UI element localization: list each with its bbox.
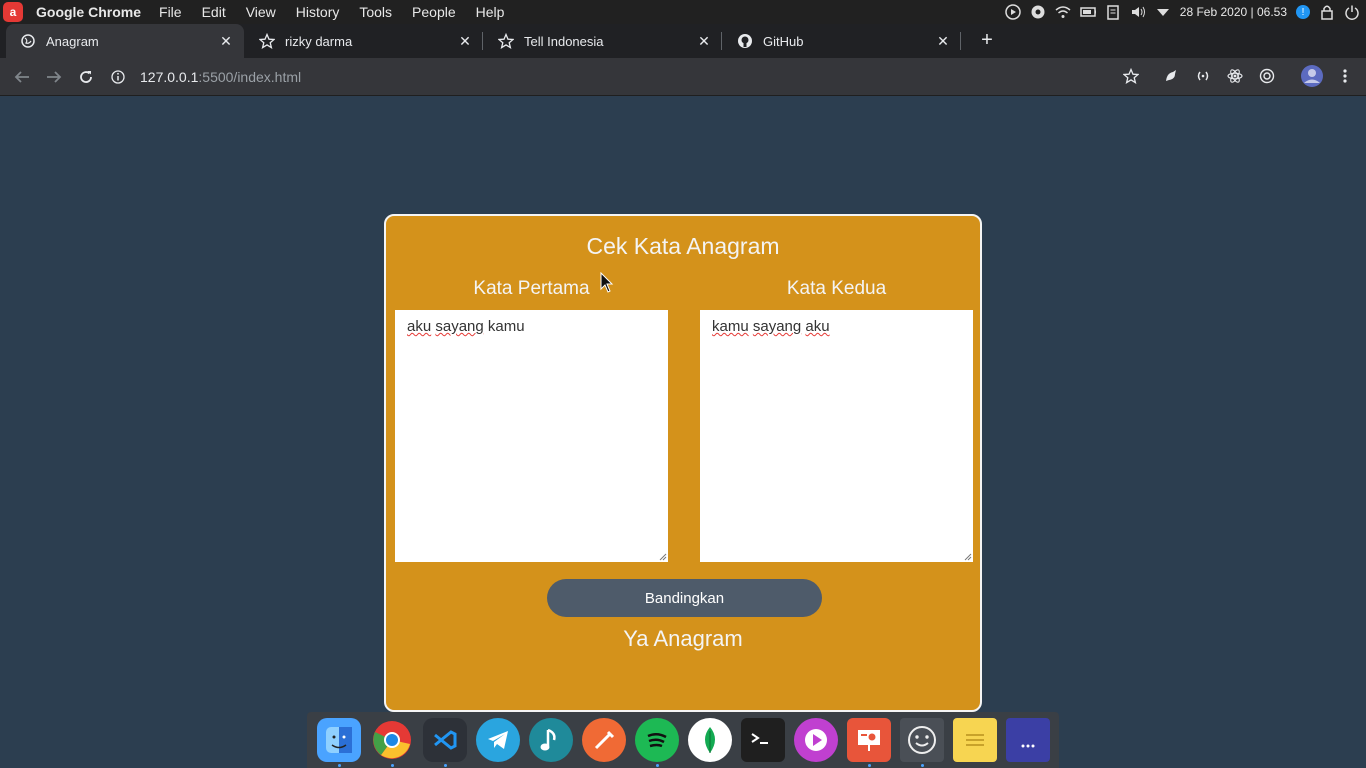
volume-icon[interactable]: [1130, 4, 1146, 20]
browser-toolbar: 127.0.0.1:5500/index.html: [0, 58, 1366, 96]
running-indicator: [444, 764, 447, 767]
text-word: kamu: [712, 318, 749, 335]
extension-brackets-icon[interactable]: [1194, 67, 1212, 85]
menu-people[interactable]: People: [412, 4, 456, 20]
extension-bird-icon[interactable]: [1162, 67, 1180, 85]
url-host: 127.0.0.1: [140, 68, 199, 85]
wifi-icon[interactable]: [1055, 4, 1071, 20]
star-icon: [259, 33, 275, 49]
text-word: aku: [805, 318, 830, 335]
star-icon: [498, 33, 514, 49]
presentation-icon[interactable]: [847, 718, 891, 762]
close-tab-icon[interactable]: ✕: [935, 33, 951, 49]
text-word: sayang: [752, 318, 802, 335]
postman-icon[interactable]: [582, 718, 626, 762]
menu-help[interactable]: Help: [476, 4, 505, 20]
menu-edit[interactable]: Edit: [202, 4, 226, 20]
power-icon[interactable]: [1344, 4, 1360, 20]
result-text: Ya Anagram: [623, 626, 743, 651]
settings-gear-icon[interactable]: [1030, 4, 1046, 20]
close-tab-icon[interactable]: ✕: [218, 33, 234, 49]
active-app-name: Google Chrome: [36, 4, 142, 20]
running-indicator: [391, 764, 394, 767]
system-top-bar: a Google Chrome File Edit View History T…: [0, 0, 1366, 24]
site-info-icon[interactable]: [110, 69, 126, 85]
tab-title: GitHub: [763, 33, 804, 49]
more-menu-icon[interactable]: [1336, 67, 1354, 85]
close-tab-icon[interactable]: ✕: [457, 33, 473, 49]
face-icon[interactable]: [900, 718, 944, 762]
system-logo-icon[interactable]: a: [3, 2, 23, 22]
compare-button[interactable]: Bandingkan: [547, 579, 822, 617]
page-title: Cek Kata Anagram: [586, 233, 780, 259]
running-indicator: [921, 764, 924, 767]
tab-separator: [482, 32, 483, 50]
bookmark-star-icon[interactable]: [1122, 67, 1140, 85]
tab-title: Tell Indonesia: [524, 33, 604, 49]
profile-avatar[interactable]: [1300, 64, 1324, 88]
dock: [307, 712, 1059, 768]
resize-grip-icon[interactable]: [659, 553, 667, 561]
new-tab-plus-icon[interactable]: +: [976, 29, 998, 51]
launcher-icon[interactable]: [1006, 718, 1050, 762]
terminal-icon[interactable]: [741, 718, 785, 762]
music-icon[interactable]: [529, 718, 573, 762]
running-indicator: [656, 764, 659, 767]
tab-strip: Anagram ✕ rizky darma ✕ Tell Indonesia ✕…: [0, 24, 1366, 72]
back-arrow-icon[interactable]: [11, 66, 33, 88]
spotify-icon[interactable]: [635, 718, 679, 762]
github-icon: [737, 33, 753, 49]
notification-badge[interactable]: !: [1296, 5, 1310, 19]
text-word: sayang: [435, 318, 484, 335]
tab-tell-indonesia[interactable]: Tell Indonesia ✕: [484, 24, 722, 58]
close-tab-icon[interactable]: ✕: [696, 33, 712, 49]
mongodb-icon[interactable]: [688, 718, 732, 762]
tab-title: rizky darma: [285, 33, 353, 49]
second-word-textarea[interactable]: kamu sayang aku: [700, 310, 973, 562]
menu-tools[interactable]: Tools: [359, 4, 392, 20]
resize-grip-icon[interactable]: [964, 553, 972, 561]
dropdown-arrow-icon[interactable]: [1155, 4, 1171, 20]
running-indicator: [868, 764, 871, 767]
menu-file[interactable]: File: [159, 4, 182, 20]
tab-title: Anagram: [46, 33, 99, 49]
menu-view[interactable]: View: [246, 4, 276, 20]
clock-datetime[interactable]: 28 Feb 2020 | 06.53: [1180, 5, 1287, 19]
vscode-icon[interactable]: [423, 718, 467, 762]
extension-react-icon[interactable]: [1226, 67, 1244, 85]
clipboard-icon[interactable]: [1105, 4, 1121, 20]
first-word-textarea[interactable]: aku sayang kamu: [395, 310, 668, 562]
chrome-icon[interactable]: [370, 718, 414, 762]
url-path: :5500/index.html: [198, 68, 302, 85]
anagram-card: Cek Kata Anagram Kata Pertama Kata Kedua…: [384, 214, 982, 712]
text-word: kamu: [487, 318, 525, 335]
notes-icon[interactable]: [953, 718, 997, 762]
tab-separator: [721, 32, 722, 50]
finder-icon[interactable]: [317, 718, 361, 762]
menu-history[interactable]: History: [296, 4, 340, 20]
tab-rizky-darma[interactable]: rizky darma ✕: [245, 24, 483, 58]
status-tray: 28 Feb 2020 | 06.53 !: [1005, 0, 1366, 24]
globe-icon: [20, 33, 36, 49]
battery-icon[interactable]: [1080, 4, 1096, 20]
forward-arrow-icon[interactable]: [43, 66, 65, 88]
tab-github[interactable]: GitHub ✕: [723, 24, 961, 58]
running-indicator: [338, 764, 341, 767]
second-word-label: Kata Kedua: [786, 278, 887, 299]
lock-icon[interactable]: [1319, 4, 1335, 20]
extension-target-icon[interactable]: [1258, 67, 1276, 85]
tab-anagram[interactable]: Anagram ✕: [6, 24, 244, 58]
mouse-cursor-icon: [600, 272, 614, 293]
play-status-icon[interactable]: [1005, 4, 1021, 20]
address-bar[interactable]: 127.0.0.1:5500/index.html: [110, 62, 1150, 91]
media-player-icon[interactable]: [794, 718, 838, 762]
first-word-label: Kata Pertama: [473, 278, 590, 299]
tab-separator: [960, 32, 961, 50]
telegram-icon[interactable]: [476, 718, 520, 762]
reload-icon[interactable]: [75, 66, 97, 88]
text-word: aku: [407, 318, 432, 335]
